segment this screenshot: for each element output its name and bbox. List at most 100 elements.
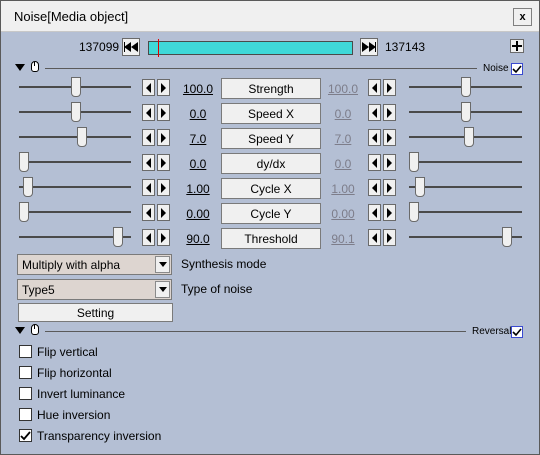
timeline-cursor[interactable] (158, 39, 159, 57)
collapse-noise-icon[interactable] (15, 64, 25, 71)
param-name-button[interactable]: Speed X (221, 103, 321, 124)
decrease-start-button[interactable] (142, 79, 155, 96)
option-label[interactable]: Flip vertical (37, 345, 98, 359)
option-checkbox[interactable] (19, 366, 32, 379)
decrease-start-button[interactable] (142, 179, 155, 196)
param-name-button[interactable]: dy/dx (221, 153, 321, 174)
decrease-start-button[interactable] (142, 229, 155, 246)
param-start-value[interactable]: 0.0 (176, 157, 220, 171)
param-slider-left-thumb[interactable] (19, 152, 29, 172)
param-slider-right-thumb[interactable] (409, 152, 419, 172)
param-slider-left-track[interactable] (19, 161, 131, 163)
arrow-right-icon (387, 182, 392, 193)
add-button[interactable] (510, 39, 524, 53)
option-checkbox[interactable] (19, 408, 32, 421)
param-end-value[interactable]: 0.00 (321, 207, 365, 221)
decrease-start-button[interactable] (142, 129, 155, 146)
param-slider-right-track[interactable] (409, 186, 522, 188)
param-slider-right-track[interactable] (409, 211, 522, 213)
param-slider-right-thumb[interactable] (502, 227, 512, 247)
param-slider-left-track[interactable] (19, 136, 131, 138)
increase-start-button[interactable] (157, 154, 170, 171)
noise-type-select[interactable]: Type5 (17, 279, 172, 300)
prev-frame-button[interactable] (122, 38, 140, 56)
increase-end-button[interactable] (383, 204, 396, 221)
increase-start-button[interactable] (157, 79, 170, 96)
increase-start-button[interactable] (157, 179, 170, 196)
decrease-start-button[interactable] (142, 154, 155, 171)
increase-start-button[interactable] (157, 229, 170, 246)
noise-divider (45, 68, 477, 69)
reversal-enable-checkbox[interactable] (511, 326, 523, 338)
decrease-end-button[interactable] (368, 154, 381, 171)
option-label[interactable]: Flip horizontal (37, 366, 112, 380)
param-slider-right-thumb[interactable] (409, 202, 419, 222)
option-label[interactable]: Invert luminance (37, 387, 125, 401)
param-start-value[interactable]: 0.00 (176, 207, 220, 221)
arrow-left-icon (372, 157, 377, 168)
param-end-value[interactable]: 0.0 (321, 107, 365, 121)
param-slider-right-track[interactable] (409, 161, 522, 163)
param-end-value[interactable]: 7.0 (321, 132, 365, 146)
param-slider-right-thumb[interactable] (461, 102, 471, 122)
param-name-button[interactable]: Cycle X (221, 178, 321, 199)
param-slider-left-track[interactable] (19, 211, 131, 213)
option-checkbox[interactable] (19, 345, 32, 358)
param-end-value[interactable]: 100.0 (321, 82, 365, 96)
param-end-value[interactable]: 1.00 (321, 182, 365, 196)
param-end-value[interactable]: 90.1 (321, 232, 365, 246)
param-slider-left-thumb[interactable] (23, 177, 33, 197)
decrease-end-button[interactable] (368, 79, 381, 96)
option-label[interactable]: Hue inversion (37, 408, 110, 422)
timeline-bar[interactable] (148, 39, 353, 57)
noise-enable-checkbox[interactable] (511, 63, 523, 75)
param-name-button[interactable]: Threshold (221, 228, 321, 249)
param-slider-left-thumb[interactable] (19, 202, 29, 222)
decrease-end-button[interactable] (368, 104, 381, 121)
option-checkbox[interactable] (19, 429, 32, 442)
arrow-right-icon (161, 232, 166, 243)
increase-end-button[interactable] (383, 229, 396, 246)
decrease-end-button[interactable] (368, 129, 381, 146)
next-frame-button[interactable] (360, 38, 378, 56)
arrow-right-icon (161, 82, 166, 93)
param-slider-left-thumb[interactable] (71, 102, 81, 122)
increase-end-button[interactable] (383, 79, 396, 96)
increase-start-button[interactable] (157, 204, 170, 221)
param-name-button[interactable]: Cycle Y (221, 203, 321, 224)
increase-end-button[interactable] (383, 129, 396, 146)
setting-button[interactable]: Setting (18, 303, 173, 322)
increase-start-button[interactable] (157, 104, 170, 121)
increase-end-button[interactable] (383, 104, 396, 121)
increase-end-button[interactable] (383, 154, 396, 171)
param-start-value[interactable]: 90.0 (176, 232, 220, 246)
option-checkbox[interactable] (19, 387, 32, 400)
decrease-end-button[interactable] (368, 179, 381, 196)
close-button[interactable]: x (513, 8, 532, 26)
param-end-value[interactable]: 0.0 (321, 157, 365, 171)
collapse-reversal-icon[interactable] (15, 327, 25, 334)
param-slider-left-track[interactable] (19, 186, 131, 188)
param-name-button[interactable]: Speed Y (221, 128, 321, 149)
arrow-left-icon (146, 132, 151, 143)
increase-start-button[interactable] (157, 129, 170, 146)
param-start-value[interactable]: 7.0 (176, 132, 220, 146)
synthesis-mode-select[interactable]: Multiply with alpha (17, 254, 172, 275)
decrease-start-button[interactable] (142, 204, 155, 221)
param-slider-right-thumb[interactable] (464, 127, 474, 147)
param-name-button[interactable]: Strength (221, 78, 321, 99)
decrease-end-button[interactable] (368, 204, 381, 221)
increase-end-button[interactable] (383, 179, 396, 196)
option-label[interactable]: Transparency inversion (37, 429, 161, 443)
window-title: Noise[Media object] (14, 9, 129, 24)
param-slider-left-thumb[interactable] (77, 127, 87, 147)
decrease-end-button[interactable] (368, 229, 381, 246)
param-start-value[interactable]: 1.00 (176, 182, 220, 196)
param-start-value[interactable]: 0.0 (176, 107, 220, 121)
decrease-start-button[interactable] (142, 104, 155, 121)
param-start-value[interactable]: 100.0 (176, 82, 220, 96)
param-slider-right-thumb[interactable] (461, 77, 471, 97)
param-slider-left-thumb[interactable] (71, 77, 81, 97)
param-slider-left-thumb[interactable] (113, 227, 123, 247)
param-slider-right-thumb[interactable] (415, 177, 425, 197)
